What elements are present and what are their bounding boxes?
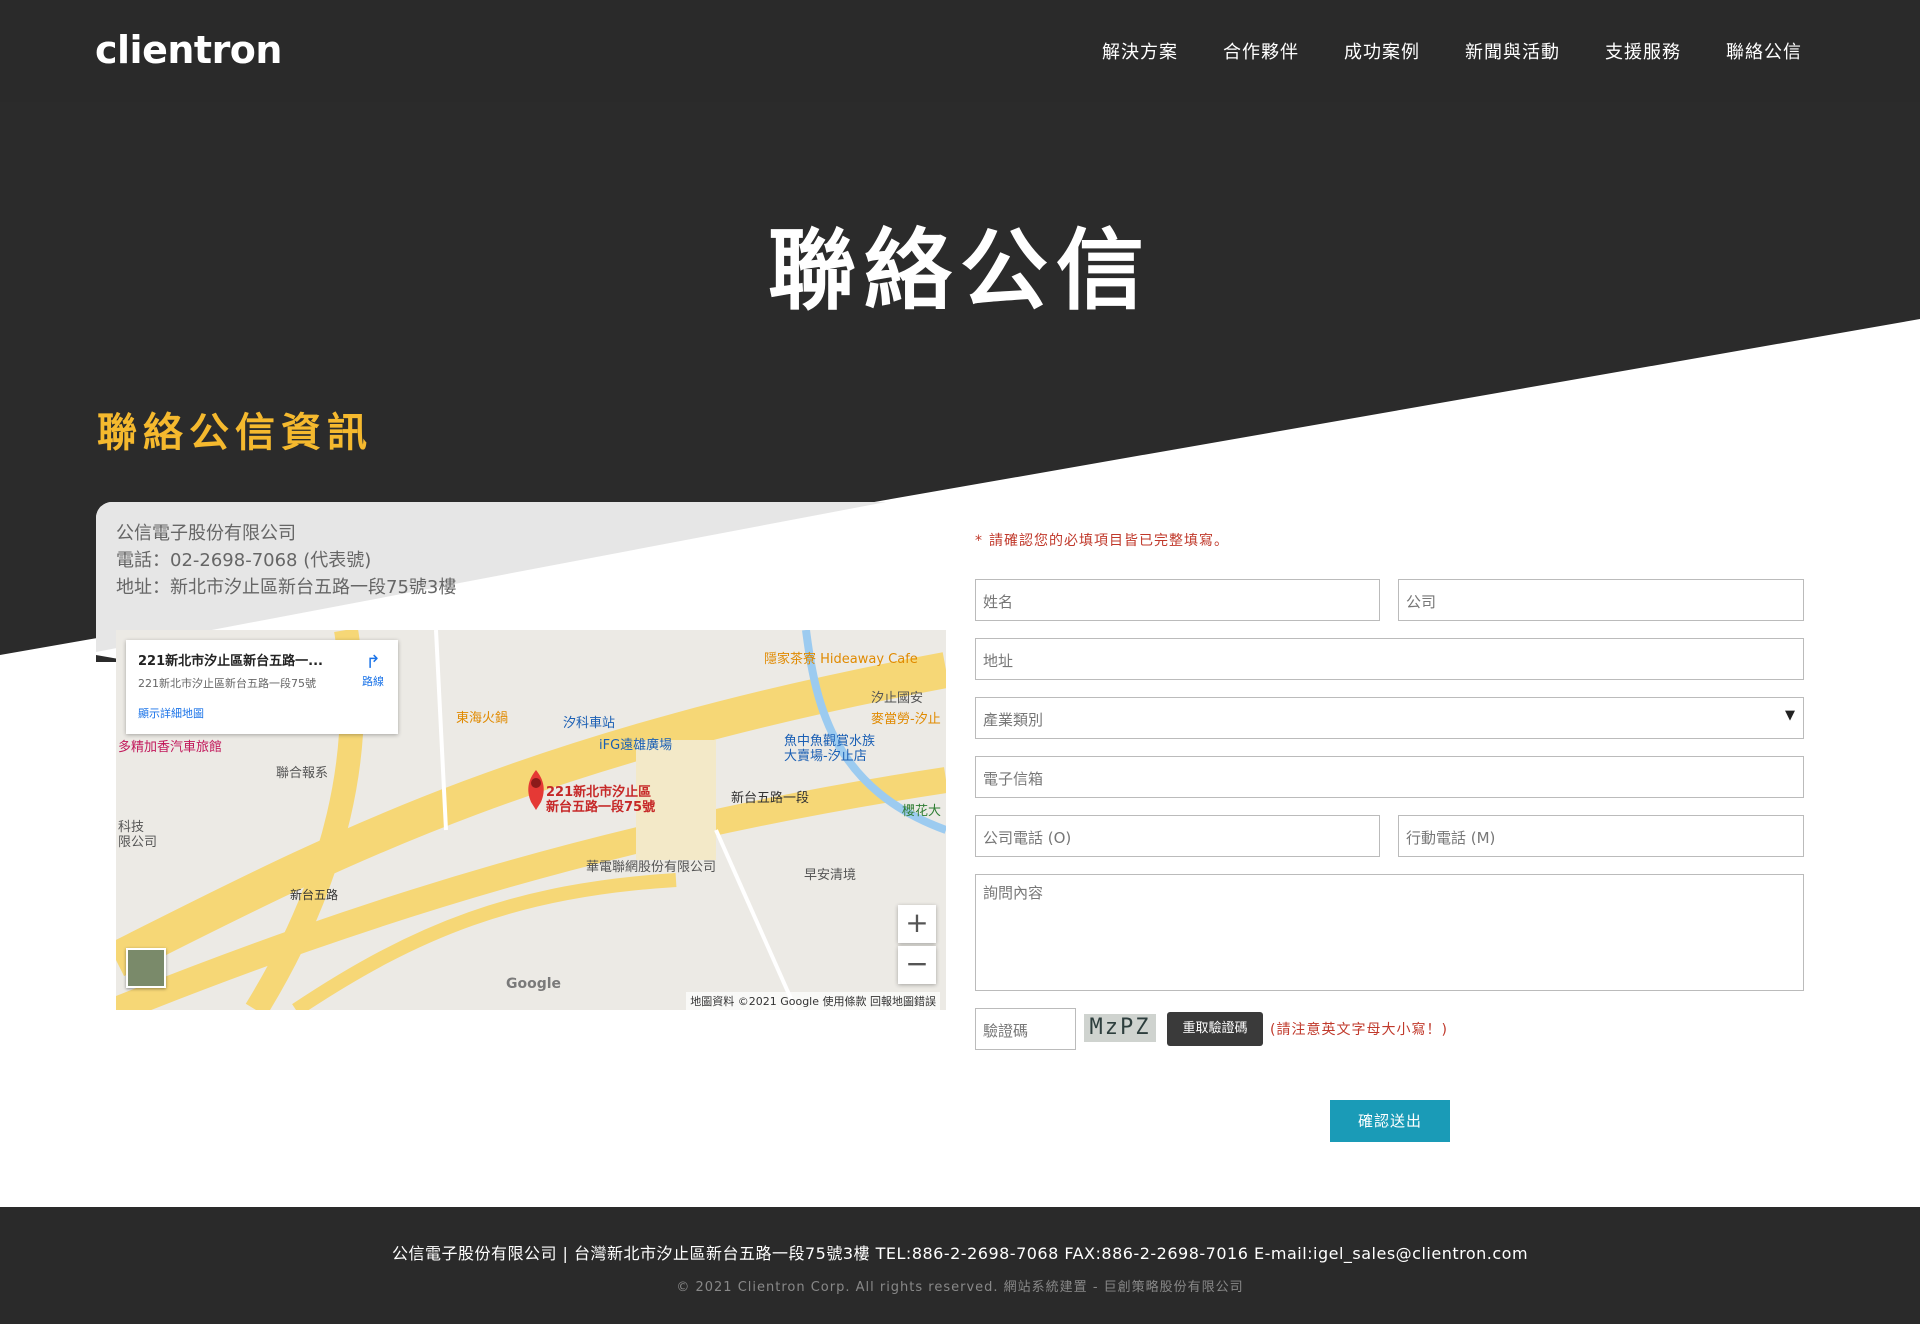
- map-label-plaza: iFG遠雄廣場: [599, 738, 673, 753]
- google-map[interactable]: 221新北市汐止區新台五路一... 221新北市汐止區新台五路一段75號 顯示詳…: [116, 630, 946, 1010]
- google-logo: Google: [506, 976, 562, 992]
- map-label-fish: 魚中魚觀賞水族 大賣場-汐止店: [784, 734, 875, 764]
- footer-copyright: © 2021 Clientron Corp. All rights reserv…: [676, 1280, 1244, 1295]
- map-label-fish-line1: 魚中魚觀賞水族: [784, 734, 876, 749]
- map-label-xintai: 新台五路: [290, 888, 339, 902]
- directions-button[interactable]: ↱ 路線: [362, 652, 384, 689]
- map-label-mcd: 麥當勞-汐止: [871, 712, 941, 727]
- required-star: *: [975, 533, 983, 549]
- directions-icon: ↱: [365, 652, 381, 673]
- map-label-cafe: 隱家茶寮 Hideaway Cafe: [764, 652, 918, 667]
- email-input[interactable]: 電子信箱: [975, 756, 1804, 798]
- form-notice-text: 請確認您的必填項目皆已完整填寫。: [989, 533, 1229, 549]
- map-label-clean: 早安清境: [804, 868, 857, 883]
- satellite-toggle[interactable]: [126, 948, 166, 988]
- map-attribution[interactable]: 地圖資料 ©2021 Google 使用條款 回報地圖錯誤: [686, 992, 940, 1010]
- inquiry-textarea[interactable]: 詢問內容: [975, 874, 1804, 991]
- company-name: 公信電子股份有限公司: [116, 523, 296, 544]
- pin-label-line1: 221新北市汐止區: [546, 785, 652, 800]
- pin-label-line2: 新台五路一段75號: [546, 800, 656, 815]
- map-pin-label: 221新北市汐止區 新台五路一段75號: [546, 785, 655, 815]
- contact-form: * 請確認您的必填項目皆已完整填寫。: [975, 530, 1805, 550]
- map-detail-link[interactable]: 顯示詳細地圖: [138, 705, 386, 721]
- industry-select-value: 產業類別: [983, 711, 1044, 729]
- map-label-sakura: 櫻花大: [902, 804, 942, 819]
- industry-select[interactable]: 產業類別 ▼: [975, 697, 1804, 739]
- zoom-out-button[interactable]: −: [898, 946, 936, 984]
- zoom-in-button[interactable]: +: [898, 905, 936, 943]
- nav-contact[interactable]: 聯絡公信: [1726, 38, 1802, 64]
- nav-support[interactable]: 支援服務: [1605, 38, 1681, 64]
- nav-partners[interactable]: 合作夥伴: [1223, 38, 1299, 64]
- footer-contact: 公信電子股份有限公司 | 台灣新北市汐止區新台五路一段75號3樓 TEL:886…: [391, 1244, 1529, 1263]
- company-phone: 電話：02-2698-7068 (代表號): [116, 550, 372, 571]
- map-label-tech-line1: 科技: [118, 820, 145, 835]
- map-label-tech: 科技 限公司: [118, 820, 157, 850]
- form-notice: * 請確認您的必填項目皆已完整填寫。: [975, 530, 1805, 550]
- map-label-hotpot: 東海火鍋: [456, 711, 509, 726]
- company-info: 公信電子股份有限公司 電話：02-2698-7068 (代表號) 地址：新北市汐…: [116, 520, 456, 601]
- map-label-cht: 華電聯網股份有限公司: [586, 860, 717, 875]
- company-input[interactable]: 公司: [1398, 579, 1804, 621]
- company-address: 地址：新北市汐止區新台五路一段75號3樓: [116, 577, 457, 598]
- page-title: 聯絡公信: [767, 219, 1152, 322]
- map-label-fish-line2: 大賣場-汐止店: [784, 749, 867, 764]
- clientron-logo[interactable]: clientron: [95, 28, 282, 72]
- captcha-image: MzPZ: [1084, 1014, 1156, 1042]
- captcha-input[interactable]: 驗證碼: [975, 1008, 1076, 1050]
- nav-solutions[interactable]: 解決方案: [1102, 38, 1178, 64]
- chevron-down-icon: ▼: [1785, 708, 1795, 723]
- captcha-note: (請注意英文字母大小寫！): [1270, 1022, 1448, 1038]
- map-label-motel: 多精加香汽車旅館: [118, 740, 223, 755]
- office-phone-input[interactable]: 公司電話 (O): [975, 815, 1380, 857]
- map-label-xizhi: 汐止國安: [871, 691, 924, 706]
- map-info-card: 221新北市汐止區新台五路一... 221新北市汐止區新台五路一段75號 顯示詳…: [126, 640, 398, 734]
- main-nav: 解決方案 合作夥伴 成功案例 新聞與活動 支援服務 聯絡公信: [1102, 38, 1802, 64]
- nav-cases[interactable]: 成功案例: [1344, 38, 1420, 64]
- map-label-tech-line2: 限公司: [118, 835, 158, 850]
- submit-button[interactable]: 確認送出: [1330, 1100, 1450, 1142]
- address-input[interactable]: 地址: [975, 638, 1804, 680]
- map-card-title: 221新北市汐止區新台五路一...: [138, 654, 323, 669]
- directions-label: 路線: [362, 675, 384, 688]
- map-card-address: 221新北市汐止區新台五路一段75號: [138, 677, 316, 690]
- footer: 公信電子股份有限公司 | 台灣新北市汐止區新台五路一段75號3樓 TEL:886…: [0, 1207, 1920, 1324]
- map-label-udn: 聯合報系: [276, 766, 329, 781]
- map-label-station: 汐科車站: [563, 716, 616, 731]
- refresh-captcha-button[interactable]: 重取驗證碼: [1167, 1012, 1263, 1046]
- map-label-road: 新台五路一段: [731, 791, 810, 806]
- nav-news[interactable]: 新聞與活動: [1465, 38, 1560, 64]
- name-input[interactable]: 姓名: [975, 579, 1380, 621]
- section-title: 聯絡公信資訊: [97, 410, 373, 456]
- mobile-phone-input[interactable]: 行動電話 (M): [1398, 815, 1804, 857]
- top-navbar: clientron 解決方案 合作夥伴 成功案例 新聞與活動 支援服務 聯絡公信: [0, 0, 1920, 102]
